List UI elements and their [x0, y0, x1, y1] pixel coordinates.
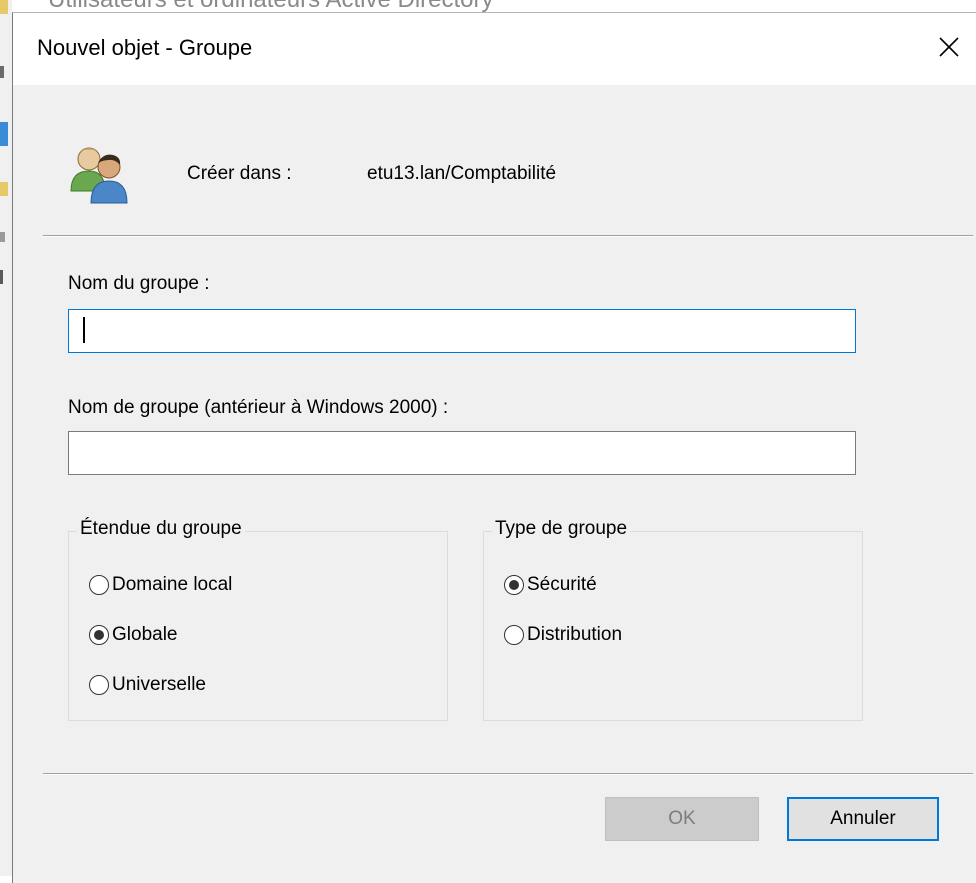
- radio-label: Globale: [112, 624, 178, 645]
- radio-label: Domaine local: [112, 574, 233, 595]
- group-scope-box: Étendue du groupe Domaine local Globale …: [68, 518, 448, 721]
- tree-line-icon: [0, 66, 4, 78]
- close-button[interactable]: [925, 23, 973, 71]
- ok-button[interactable]: OK: [605, 797, 759, 841]
- radio-type-distribution[interactable]: Distribution: [504, 624, 622, 646]
- header-separator: [43, 235, 973, 237]
- group-name-input[interactable]: [68, 309, 856, 353]
- radio-scope-domain-local[interactable]: Domaine local: [89, 574, 232, 596]
- folder-icon: [0, 182, 8, 196]
- radio-button-icon: [89, 675, 109, 695]
- radio-button-checked-icon: [504, 575, 524, 595]
- radio-label: Sécurité: [527, 574, 597, 595]
- group-name-pre2000-input[interactable]: [68, 431, 856, 475]
- cancel-button[interactable]: Annuler: [787, 797, 939, 841]
- group-name-label: Nom du groupe :: [68, 273, 210, 294]
- dialog-title: Nouvel objet - Groupe: [37, 35, 253, 60]
- create-in-value: etu13.lan/Comptabilité: [367, 163, 557, 184]
- radio-label: Universelle: [112, 674, 206, 695]
- tree-line-icon: [0, 270, 3, 284]
- radio-button-icon: [504, 625, 524, 645]
- blue-folder-icon: [0, 122, 8, 146]
- group-type-legend: Type de groupe: [492, 518, 631, 540]
- expander-icon: [0, 232, 5, 242]
- radio-button-checked-icon: [89, 625, 109, 645]
- folder-icon: [0, 0, 8, 14]
- create-in-label: Créer dans :: [187, 163, 292, 184]
- group-type-box: Type de groupe Sécurité Distribution: [483, 518, 863, 721]
- group-users-icon: [70, 147, 128, 204]
- group-name-pre2000-label: Nom de groupe (antérieur à Windows 2000)…: [68, 397, 449, 418]
- radio-label: Distribution: [527, 624, 623, 645]
- radio-scope-universal[interactable]: Universelle: [89, 674, 206, 696]
- footer-separator: [43, 773, 973, 775]
- radio-scope-global[interactable]: Globale: [89, 624, 178, 646]
- new-group-dialog: Nouvel objet - Groupe Créer dans : etu13…: [12, 12, 976, 883]
- close-icon: [939, 37, 959, 57]
- create-in-row: Créer dans : etu13.lan/Comptabilité: [65, 139, 945, 209]
- radio-button-icon: [89, 575, 109, 595]
- dialog-titlebar[interactable]: Nouvel objet - Groupe: [13, 13, 976, 85]
- group-scope-legend: Étendue du groupe: [77, 518, 245, 540]
- radio-type-security[interactable]: Sécurité: [504, 574, 597, 596]
- background-window-edge: [0, 0, 12, 876]
- text-caret: [83, 317, 85, 343]
